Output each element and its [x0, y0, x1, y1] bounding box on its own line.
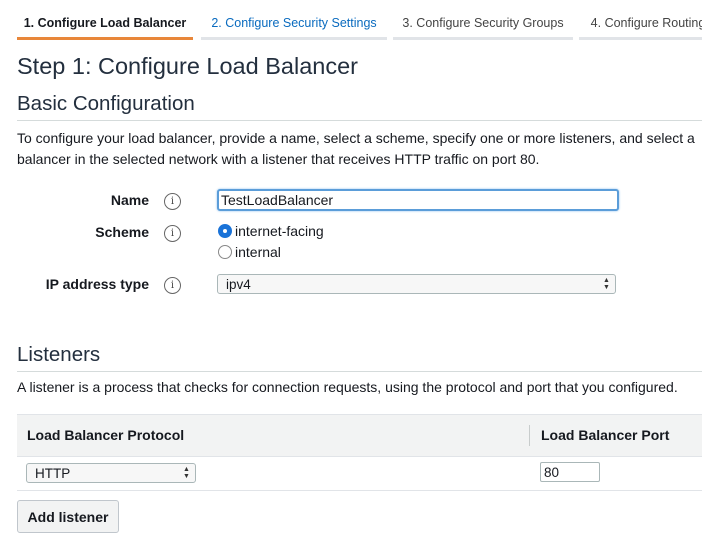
- scheme-option-label: internet-facing: [235, 223, 324, 239]
- section-divider: [17, 371, 702, 372]
- table-row-border: [17, 490, 702, 491]
- protocol-value: HTTP: [35, 466, 71, 481]
- tab-configure-routing[interactable]: 4. Configure Routing: [579, 10, 702, 40]
- add-listener-button[interactable]: Add listener: [17, 500, 119, 533]
- name-input[interactable]: [217, 189, 619, 211]
- scheme-option-internet-facing[interactable]: internet-facing: [218, 223, 324, 239]
- info-circle-icon[interactable]: i: [164, 277, 181, 294]
- column-header-port: Load Balancer Port: [541, 427, 670, 443]
- page-title: Step 1: Configure Load Balancer: [17, 53, 358, 79]
- tab-configure-security-settings[interactable]: 2. Configure Security Settings: [201, 10, 387, 40]
- info-circle-icon[interactable]: i: [164, 225, 181, 242]
- scheme-option-label: internal: [235, 244, 281, 260]
- column-header-protocol: Load Balancer Protocol: [27, 427, 185, 443]
- listeners-description: A listener is a process that checks for …: [17, 379, 678, 395]
- column-divider: [529, 425, 530, 446]
- section-divider: [17, 120, 702, 121]
- listeners-heading: Listeners: [17, 343, 101, 366]
- port-input[interactable]: [540, 462, 600, 482]
- tab-configure-load-balancer[interactable]: 1. Configure Load Balancer: [17, 10, 193, 40]
- tab-configure-security-groups[interactable]: 3. Configure Security Groups: [393, 10, 573, 40]
- ip-address-type-value: ipv4: [226, 277, 251, 292]
- info-circle-icon[interactable]: i: [164, 193, 181, 210]
- basic-configuration-description: To configure your load balancer, provide…: [17, 130, 695, 167]
- name-label: Name: [110, 192, 149, 208]
- wizard-tabs: 1. Configure Load Balancer 2. Configure …: [17, 10, 702, 40]
- scheme-label: Scheme: [95, 224, 149, 240]
- protocol-select[interactable]: HTTP ▲ ▼: [26, 463, 196, 483]
- radio-unchecked-icon[interactable]: [218, 245, 232, 259]
- radio-checked-icon[interactable]: [218, 224, 232, 238]
- basic-configuration-heading: Basic Configuration: [17, 92, 195, 115]
- listeners-table-header: Load Balancer Protocol Load Balancer Por…: [17, 414, 702, 457]
- ip-address-type-label: IP address type: [45, 276, 149, 292]
- up-down-arrows-icon: ▲ ▼: [183, 466, 190, 480]
- up-down-arrows-icon: ▲ ▼: [603, 277, 610, 291]
- ip-address-type-select[interactable]: ipv4 ▲ ▼: [217, 274, 616, 294]
- scheme-option-internal[interactable]: internal: [218, 244, 281, 260]
